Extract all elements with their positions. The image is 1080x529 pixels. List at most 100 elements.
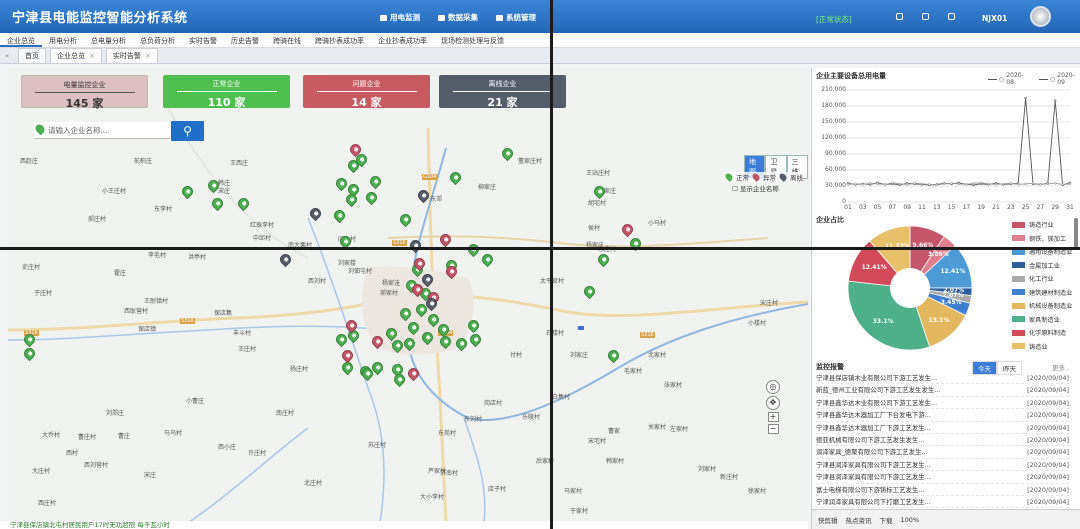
pie-legend-item[interactable]: 化工行业 [1012, 272, 1072, 286]
pie-legend-item[interactable]: 钢铁、镁加工 [1012, 232, 1072, 246]
avatar[interactable] [1030, 6, 1051, 27]
close-icon[interactable]: × [145, 52, 151, 60]
locate-icon[interactable]: ◎ [766, 380, 780, 394]
pie-slice-label: 33.1% [872, 317, 894, 325]
tray-news[interactable]: 热点资讯 [846, 515, 872, 525]
town-label: 曹庄村 [78, 434, 97, 441]
nav-system-manage[interactable]: 系统管理 [496, 12, 536, 23]
menu-item[interactable]: 跨骑抄表成功率 [308, 33, 371, 47]
pie-legend-item[interactable]: 家具制造业 [1012, 313, 1072, 327]
pie-slice-label: 2.07% [942, 292, 964, 300]
pie-legend-item[interactable]: 建筑建材制造业 [1012, 286, 1072, 300]
show-names-checkbox[interactable]: ☐ 显示企业名称 [732, 183, 779, 193]
alarm-message: 润泽家具_德聚有限公司下游工艺发生... [816, 448, 928, 457]
tab-scroll-left-icon[interactable]: « [0, 52, 14, 60]
data-point [891, 181, 894, 185]
alarm-more-link[interactable]: 更多.. [1052, 362, 1069, 372]
town-label: 大小李村 [420, 494, 445, 501]
menu-item[interactable]: 历史告警 [224, 33, 266, 47]
legend-swatch [1012, 343, 1025, 350]
search-input[interactable]: 请输入企业名称... [33, 122, 170, 139]
stat-normal[interactable]: 正常企业 110 家 [163, 75, 290, 109]
y-tick-label: 120,000 [821, 134, 846, 141]
alarm-message: 宁津润泽家具有限公司下打磨工艺发生... [816, 497, 931, 506]
tray-clip[interactable]: 快剪辑 [818, 515, 838, 525]
menu-item[interactable]: 实时告警 [182, 33, 224, 47]
tab-enterprise-overview[interactable]: 企业总览 × [50, 48, 102, 63]
data-point [876, 182, 879, 186]
pie-legend-item[interactable]: 金属加工业 [1012, 259, 1072, 273]
zoom-in-button[interactable]: + [767, 412, 779, 422]
menu-item[interactable]: 现场检测处理与反馈 [434, 33, 511, 47]
main-menu: 企业总览 用电分析 总电量分析 总负荷分析 实时告警 历史告警 跨骑在线 跨骑抄表成功率 企业抄… [0, 33, 1080, 48]
data-point [1068, 182, 1072, 186]
alarm-date: [2020/09/04] [1027, 411, 1069, 420]
nav-power-monitor[interactable]: 用电监测 [380, 12, 420, 23]
alarm-date: [2020/09/04] [1027, 497, 1069, 506]
pie-chart [847, 225, 973, 351]
key-icon[interactable] [922, 13, 929, 20]
search-button[interactable]: ⚲ [171, 121, 204, 141]
alarm-message: 宁津县鑫华达木器加工厂下台发电下游... [816, 411, 931, 420]
menu-item[interactable]: 总电量分析 [84, 33, 133, 47]
legend-label: 机械设备制造业 [1029, 303, 1073, 311]
user-name[interactable]: NJX01 [982, 14, 1007, 23]
stat-problem[interactable]: 问题企业 14 家 [303, 75, 430, 109]
tray-zoom[interactable]: 100% [901, 516, 920, 524]
legend-swatch [1012, 262, 1025, 269]
town-label: 毛家村 [624, 368, 643, 375]
menu-item[interactable]: 企业抄表成功率 [371, 33, 434, 47]
alarm-row[interactable]: 宁津县鑫华达木器加工厂下台发电下游... [2020/09/04] [816, 409, 1069, 422]
scrollbar[interactable] [1074, 218, 1078, 248]
town-label: 刘家村 [698, 466, 717, 473]
alarm-date: [2020/09/04] [1027, 435, 1069, 444]
screen-seam-vertical [550, 0, 553, 529]
top-bar: 宁津县电能监控智能分析系统 用电监测 数据采集 系统管理 [正常状态] NJX0… [0, 0, 1080, 33]
alarm-row[interactable]: 宁津县保店镇木业有限公司下游工艺发生... [2020/09/04] [816, 372, 1069, 385]
alarm-row[interactable]: 宁津县润泽家具有限公司下游工艺发生... [2020/09/04] [816, 459, 1069, 472]
map-area[interactable]: 西赵庄前柏庄王西庄韩庄小王庄村东李村宋庄郝庄村红珠李村中邱村间沙村南大栗村董家庄… [8, 68, 808, 523]
alarm-row[interactable]: 新蓝_德州工业有限公司下游工艺发生发生... [2020/09/04] [816, 384, 1069, 397]
alarm-row[interactable]: 富士电梯有限公司下游铸标工艺发生... [2020/09/04] [816, 484, 1069, 496]
pie-legend: 铸造行业 钢铁、镁加工 通用设备制造业 金属加工业 化工行业 建筑建材制造业 机械设备制造业… [1012, 218, 1072, 353]
alarm-row[interactable]: 德亚机械有限公司下游工艺发生发生... [2020/09/04] [816, 434, 1069, 447]
menu-item[interactable]: 企业总览 [0, 33, 42, 47]
tray-download[interactable]: 下载 [880, 515, 893, 525]
stat-offline[interactable]: 离线企业 21 家 [439, 75, 566, 109]
town-label: 东李村 [154, 206, 173, 213]
pie-legend-item[interactable]: 铸造行业 [1012, 218, 1072, 232]
pie-legend-item[interactable]: 铸造业 [1012, 340, 1072, 354]
power-icon[interactable] [948, 13, 955, 20]
data-point [913, 182, 916, 185]
stat-monitored[interactable]: 电量监控企业 145 家 [21, 75, 148, 110]
pie-legend-item[interactable]: 机械设备制造业 [1012, 299, 1072, 313]
alarm-row[interactable]: 宁津县润泽家具有限公司下游工艺发生... [2020/09/04] [816, 471, 1069, 484]
tab-bar: « 首页 企业总览 × 实时告警 × [0, 48, 1080, 64]
town-label: 乐陵村 [522, 414, 541, 421]
offline-pin-icon [778, 172, 788, 182]
alarm-row[interactable]: 润泽家具_德聚有限公司下游工艺发生... [2020/09/04] [816, 446, 1069, 459]
town-label: 保店集 [214, 310, 233, 317]
lock-icon[interactable] [896, 13, 903, 20]
tab-realtime-alarm[interactable]: 实时告警 × [105, 48, 158, 63]
pie-legend-item[interactable]: 化学原料制造 [1012, 326, 1072, 340]
x-tick-label: 29 [1051, 204, 1059, 211]
nav-data-collect[interactable]: 数据采集 [438, 12, 478, 23]
alarm-date: [2020/09/04] [1027, 386, 1069, 395]
zoom-out-button[interactable]: − [767, 424, 779, 434]
alarm-row[interactable]: 宁津县鑫华达木业有限公司下游工艺发生... [2020/09/04] [816, 397, 1069, 410]
menu-item[interactable]: 总负荷分析 [133, 33, 182, 47]
alarm-row[interactable]: 宁津润泽家具有限公司下打磨工艺发生... [2020/09/04] [816, 496, 1069, 509]
data-point [1024, 96, 1027, 100]
town-label: 宋庄 [218, 188, 231, 195]
alarm-row[interactable]: 宁津县鑫华达木器加工厂下游工艺发生... [2020/09/04] [816, 422, 1069, 434]
tab-home[interactable]: 首页 [18, 48, 46, 63]
menu-item[interactable]: 跨骑在线 [266, 33, 308, 47]
menu-item[interactable]: 用电分析 [42, 33, 84, 47]
alarm-list: 宁津县保店镇木业有限公司下游工艺发生... [2020/09/04] 新蓝_德州工业… [816, 372, 1069, 529]
pan-icon[interactable]: ✥ [766, 396, 780, 410]
close-icon[interactable]: × [89, 52, 95, 60]
data-point [994, 183, 998, 186]
town-label: 北庄村 [304, 480, 323, 487]
x-tick-label: 31 [1066, 204, 1074, 211]
